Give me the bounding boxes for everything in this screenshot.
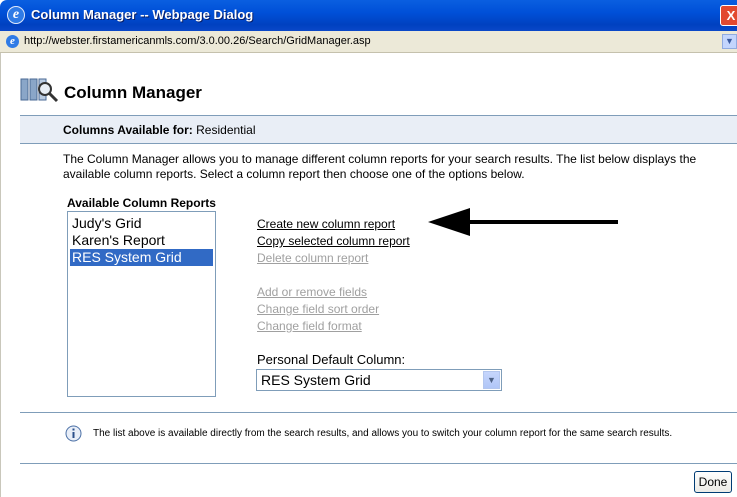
add-remove-fields-link[interactable]: Add or remove fields: [257, 285, 367, 299]
delete-report-link[interactable]: Delete column report: [257, 251, 368, 265]
divider: [20, 143, 737, 144]
address-url: http://webster.firstamericanmls.com/3.0.…: [24, 35, 371, 47]
list-item[interactable]: RES System Grid: [70, 249, 213, 266]
column-reports-listbox[interactable]: Judy's Grid Karen's Report RES System Gr…: [67, 211, 216, 397]
columns-available-value: Residential: [196, 123, 256, 137]
window-title: Column Manager -- Webpage Dialog: [31, 7, 254, 22]
create-report-link[interactable]: Create new column report: [257, 217, 395, 231]
divider: [20, 463, 737, 464]
address-dropdown-button[interactable]: ▼: [722, 34, 737, 49]
close-button[interactable]: X: [720, 5, 737, 26]
default-column-select[interactable]: RES System Grid ▼: [256, 369, 502, 391]
description-text: The Column Manager allows you to manage …: [63, 152, 697, 181]
address-bar: e http://webster.firstamericanmls.com/3.…: [0, 31, 737, 53]
divider: [20, 412, 737, 413]
change-sort-order-link[interactable]: Change field sort order: [257, 302, 379, 316]
available-reports-title: Available Column Reports: [67, 196, 216, 210]
list-item[interactable]: Karen's Report: [70, 232, 213, 249]
default-column-value: RES System Grid: [261, 372, 371, 388]
column-manager-icon: [20, 78, 59, 103]
page-icon: e: [6, 35, 19, 48]
info-icon: [65, 425, 82, 442]
title-bar: e Column Manager -- Webpage Dialog X: [0, 0, 737, 31]
default-column-label: Personal Default Column:: [257, 352, 406, 367]
list-item[interactable]: Judy's Grid: [70, 215, 213, 232]
ie-icon: e: [7, 6, 25, 24]
columns-available-label: Columns Available for:: [63, 123, 193, 137]
info-text: The list above is available directly fro…: [93, 428, 673, 439]
copy-report-link[interactable]: Copy selected column report: [257, 234, 410, 248]
page-title: Column Manager: [64, 83, 202, 102]
chevron-down-icon[interactable]: ▼: [483, 371, 500, 389]
columns-available-text: Columns Available for: Residential: [63, 123, 256, 137]
done-button[interactable]: Done: [694, 471, 732, 493]
change-field-format-link[interactable]: Change field format: [257, 319, 362, 333]
window-left-border: [0, 53, 1, 497]
